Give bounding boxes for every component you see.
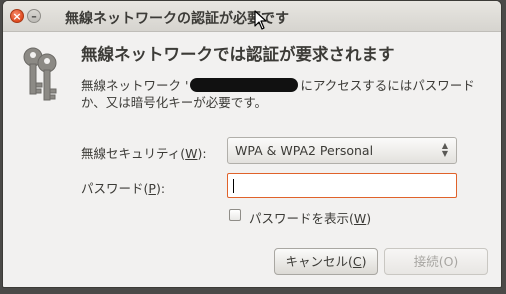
close-icon[interactable]: × <box>10 9 24 23</box>
cancel-button[interactable]: キャンセル(C) <box>274 248 378 275</box>
message-prefix: 無線ネットワーク ' <box>81 78 189 93</box>
spinner-arrows-icon: ▲ ▼ <box>441 141 448 158</box>
minimize-icon[interactable]: – <box>27 9 41 23</box>
text-caret <box>233 179 234 193</box>
security-select-value: WPA & WPA2 Personal <box>235 143 374 158</box>
connect-button[interactable]: 接続(O) <box>384 248 488 275</box>
keys-icon <box>23 47 57 101</box>
show-password-checkbox[interactable] <box>229 209 241 221</box>
password-label: パスワード(P): <box>81 181 166 196</box>
auth-dialog-window: × – 無線ネットワークの認証が必要です 無線ネットワークでは認証が要求されます… <box>2 0 502 288</box>
redacted-network-name <box>190 78 299 92</box>
dialog-heading: 無線ネットワークでは認証が要求されます <box>81 45 395 64</box>
password-input[interactable] <box>227 173 457 198</box>
dialog-message: 無線ネットワーク ' にアクセスするにはパスワードか、又は暗号化キーが必要です。 <box>81 77 499 111</box>
show-password-label[interactable]: パスワードを表示(W) <box>249 208 371 227</box>
titlebar[interactable]: × – 無線ネットワークの認証が必要です <box>3 1 501 32</box>
security-label: 無線セキュリティ(W): <box>81 146 207 161</box>
security-select[interactable]: WPA & WPA2 Personal ▲ ▼ <box>227 137 457 164</box>
mouse-cursor-icon <box>254 10 267 30</box>
